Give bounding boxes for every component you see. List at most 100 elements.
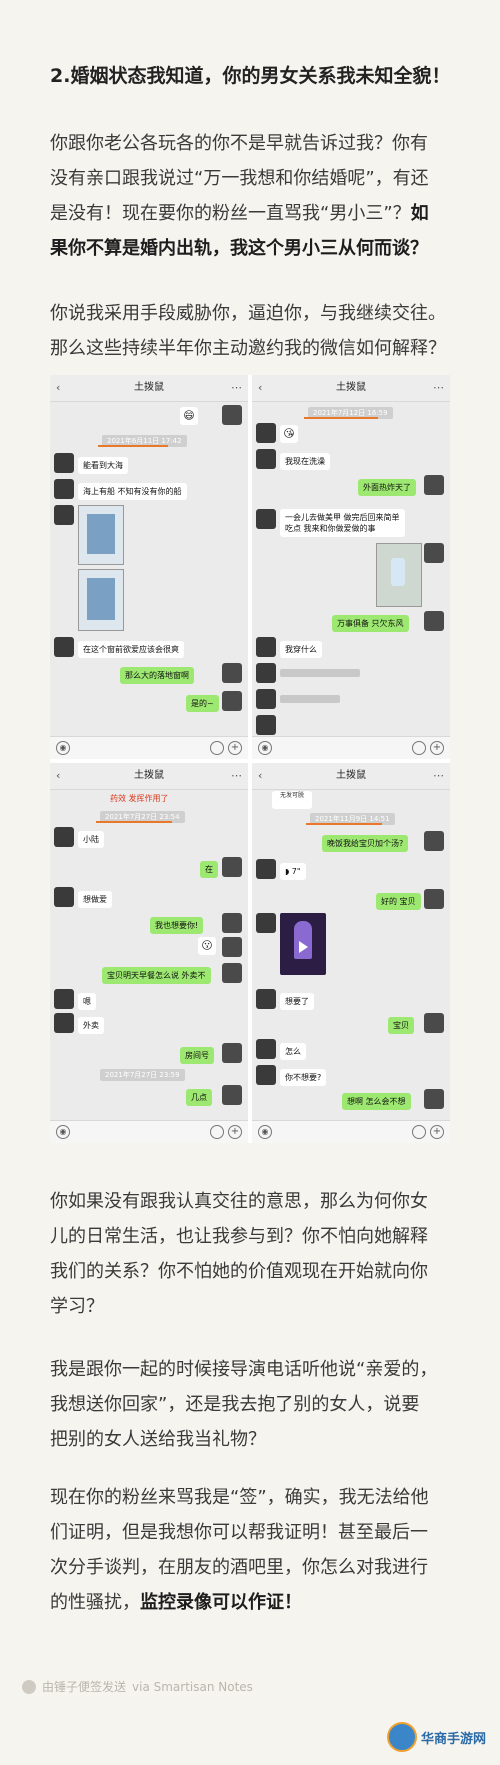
emoji-icon[interactable] [210, 741, 224, 755]
site-watermark: 华商手游网 [386, 1722, 486, 1752]
video-thumbnail[interactable] [280, 913, 326, 975]
chat-bubble: 海上有船 不知有没有你的船 [78, 483, 187, 500]
avatar [256, 1039, 276, 1059]
avatar [54, 1013, 74, 1033]
chat-bubble: 外面热炸天了 [358, 479, 416, 496]
photo-thumbnail[interactable] [78, 505, 124, 565]
voice-icon[interactable]: ◉ [258, 1125, 272, 1139]
chat-header: ‹ 土拨鼠 ⋯ [50, 763, 248, 790]
paragraph-line: 我们的关系？你不怕她的价值观现在开始就向你 [50, 1261, 428, 1282]
paragraph-2: 你说我采用手段威胁你，逼迫你，与我继续交往。 那么这些持续半年你主动邀约我的微信… [50, 296, 460, 366]
voice-icon[interactable]: ◉ [258, 741, 272, 755]
avatar [256, 509, 276, 529]
back-icon[interactable]: ‹ [258, 763, 262, 789]
paragraph-line: 把别的女人送给我当礼物？ [50, 1429, 266, 1450]
emoji-icon[interactable] [412, 1125, 426, 1139]
avatar [256, 449, 276, 469]
emoji-icon[interactable] [210, 1125, 224, 1139]
chat-title: 土拨鼠 [134, 382, 164, 393]
play-icon [299, 941, 308, 953]
paragraph-line: 现在你的粉丝来骂我是“签”，确实，我无法给他 [50, 1487, 429, 1508]
chat-bubble: 几点 [186, 1089, 212, 1106]
more-icon[interactable]: ⋯ [433, 763, 444, 789]
avatar [256, 637, 276, 657]
chat-bubble: 想啊 怎么会不想 [342, 1093, 411, 1110]
plus-icon[interactable]: + [430, 741, 444, 755]
more-icon[interactable]: ⋯ [231, 763, 242, 789]
avatar [256, 1065, 276, 1085]
avatar [222, 405, 242, 425]
paragraph-line: 果你不算是婚内出轨，我这个男小三从何而谈？ [50, 231, 460, 266]
back-icon[interactable]: ‹ [258, 375, 262, 401]
redacted-message [280, 669, 360, 677]
footer-text: 由锤子便签发送 [42, 1680, 127, 1694]
chat-bubble: 我现在洗澡 [280, 453, 330, 470]
paragraph-line: 你说我采用手段威胁你，逼迫你，与我继续交往。 [50, 303, 446, 324]
paragraph-text: 的性骚扰， [50, 1592, 140, 1613]
plus-icon[interactable]: + [228, 741, 242, 755]
emoji-sticker: 😘 [280, 425, 298, 443]
sticker: 无发可脱 [272, 791, 312, 809]
smartisan-icon [22, 1679, 36, 1694]
chat-bubble: 想要了 [280, 993, 314, 1010]
avatar [424, 611, 444, 631]
emoji-icon[interactable] [412, 741, 426, 755]
footer-via: via Smartisan Notes [132, 1679, 253, 1694]
avatar [222, 1043, 242, 1063]
avatar [256, 423, 276, 443]
emphasis-text: 监控录像可以作证！ [140, 1592, 302, 1613]
paragraph-line: 没有亲口跟我说过“万一我想和你结婚呢”，有还 [50, 168, 429, 189]
avatar [54, 453, 74, 473]
avatar [424, 1013, 444, 1033]
chat-bubble: 宝贝明天早餐怎么说 外卖不 [102, 967, 211, 984]
chat-bubble: 外卖 [78, 1017, 104, 1034]
chat-title: 土拨鼠 [134, 770, 164, 781]
chat-bubble: 你不想要? [280, 1069, 327, 1086]
avatar [424, 1089, 444, 1109]
chat-bubble: 是的~ [186, 695, 219, 712]
chat-screenshot-grid: ‹ 土拨鼠 ⋯ 😄 2021年6月11日 17:42 能看到大海 海上有船 不知… [50, 375, 450, 1143]
chat-input-bar: ◉ + [252, 736, 450, 759]
chat-bubble: 我穿什么 [280, 641, 322, 658]
chat-header: ‹ 土拨鼠 ⋯ [252, 375, 450, 402]
avatar [54, 505, 74, 525]
photo-thumbnail[interactable] [376, 543, 422, 607]
chat-title: 土拨鼠 [336, 770, 366, 781]
back-icon[interactable]: ‹ [56, 375, 60, 401]
chat-bubble: 药效 发挥作用了 [110, 794, 169, 803]
voice-icon[interactable]: ◉ [56, 741, 70, 755]
emphasis-text: 如 [410, 203, 429, 224]
plus-icon[interactable]: + [430, 1125, 444, 1139]
chat-screenshot: ‹ 土拨鼠 ⋯ 无发可脱 2021年11月9日 14:51 晚饭我给宝贝加个汤?… [252, 763, 450, 1143]
avatar [424, 475, 444, 495]
chat-header: ‹ 土拨鼠 ⋯ [252, 763, 450, 790]
more-icon[interactable]: ⋯ [231, 375, 242, 401]
more-icon[interactable]: ⋯ [433, 375, 444, 401]
paragraph-5: 现在你的粉丝来骂我是“签”，确实，我无法给他 们证明，但是我想你可以帮我证明！甚… [50, 1480, 460, 1620]
back-icon[interactable]: ‹ [56, 763, 60, 789]
chat-bubble: 宝贝 [388, 1017, 414, 1034]
chat-bubble: 万事俱备 只欠东风 [332, 615, 409, 632]
emoji-sticker: 😗 [198, 937, 216, 955]
chat-bubble: 房间号 [180, 1047, 214, 1064]
chat-bubble: 我也想要你! [150, 917, 204, 934]
chat-input-bar: ◉ + [50, 736, 248, 759]
chat-bubble: 在这个窗前欲爱应该会很爽 [78, 641, 184, 658]
paragraph-line: 我是跟你一起的时候接导演电话听他说“亲爱的， [50, 1359, 438, 1380]
paragraph-line: 是没有！现在要你的粉丝一直骂我“男小三”？如 [50, 196, 460, 231]
voice-duration: 7" [291, 867, 301, 876]
chat-bubble: 晚饭我给宝贝加个汤? [322, 835, 409, 852]
avatar [256, 715, 276, 735]
photo-thumbnail[interactable] [78, 569, 124, 631]
paragraph-line: 儿的日常生活，也让我参与到？你不怕向她解释 [50, 1226, 428, 1247]
paragraph-1: 你跟你老公各玩各的你不是早就告诉过我？你有 没有亲口跟我说过“万一我想和你结婚呢… [50, 126, 460, 266]
watermark-logo-icon [386, 1722, 417, 1752]
avatar [256, 913, 276, 933]
voice-message[interactable]: ◗ 7" [280, 863, 306, 880]
voice-icon[interactable]: ◉ [56, 1125, 70, 1139]
chat-bubble: 嗯 [78, 993, 96, 1010]
avatar [54, 637, 74, 657]
avatar [222, 937, 242, 957]
plus-icon[interactable]: + [228, 1125, 242, 1139]
chat-bubble: 能看到大海 [78, 457, 128, 474]
